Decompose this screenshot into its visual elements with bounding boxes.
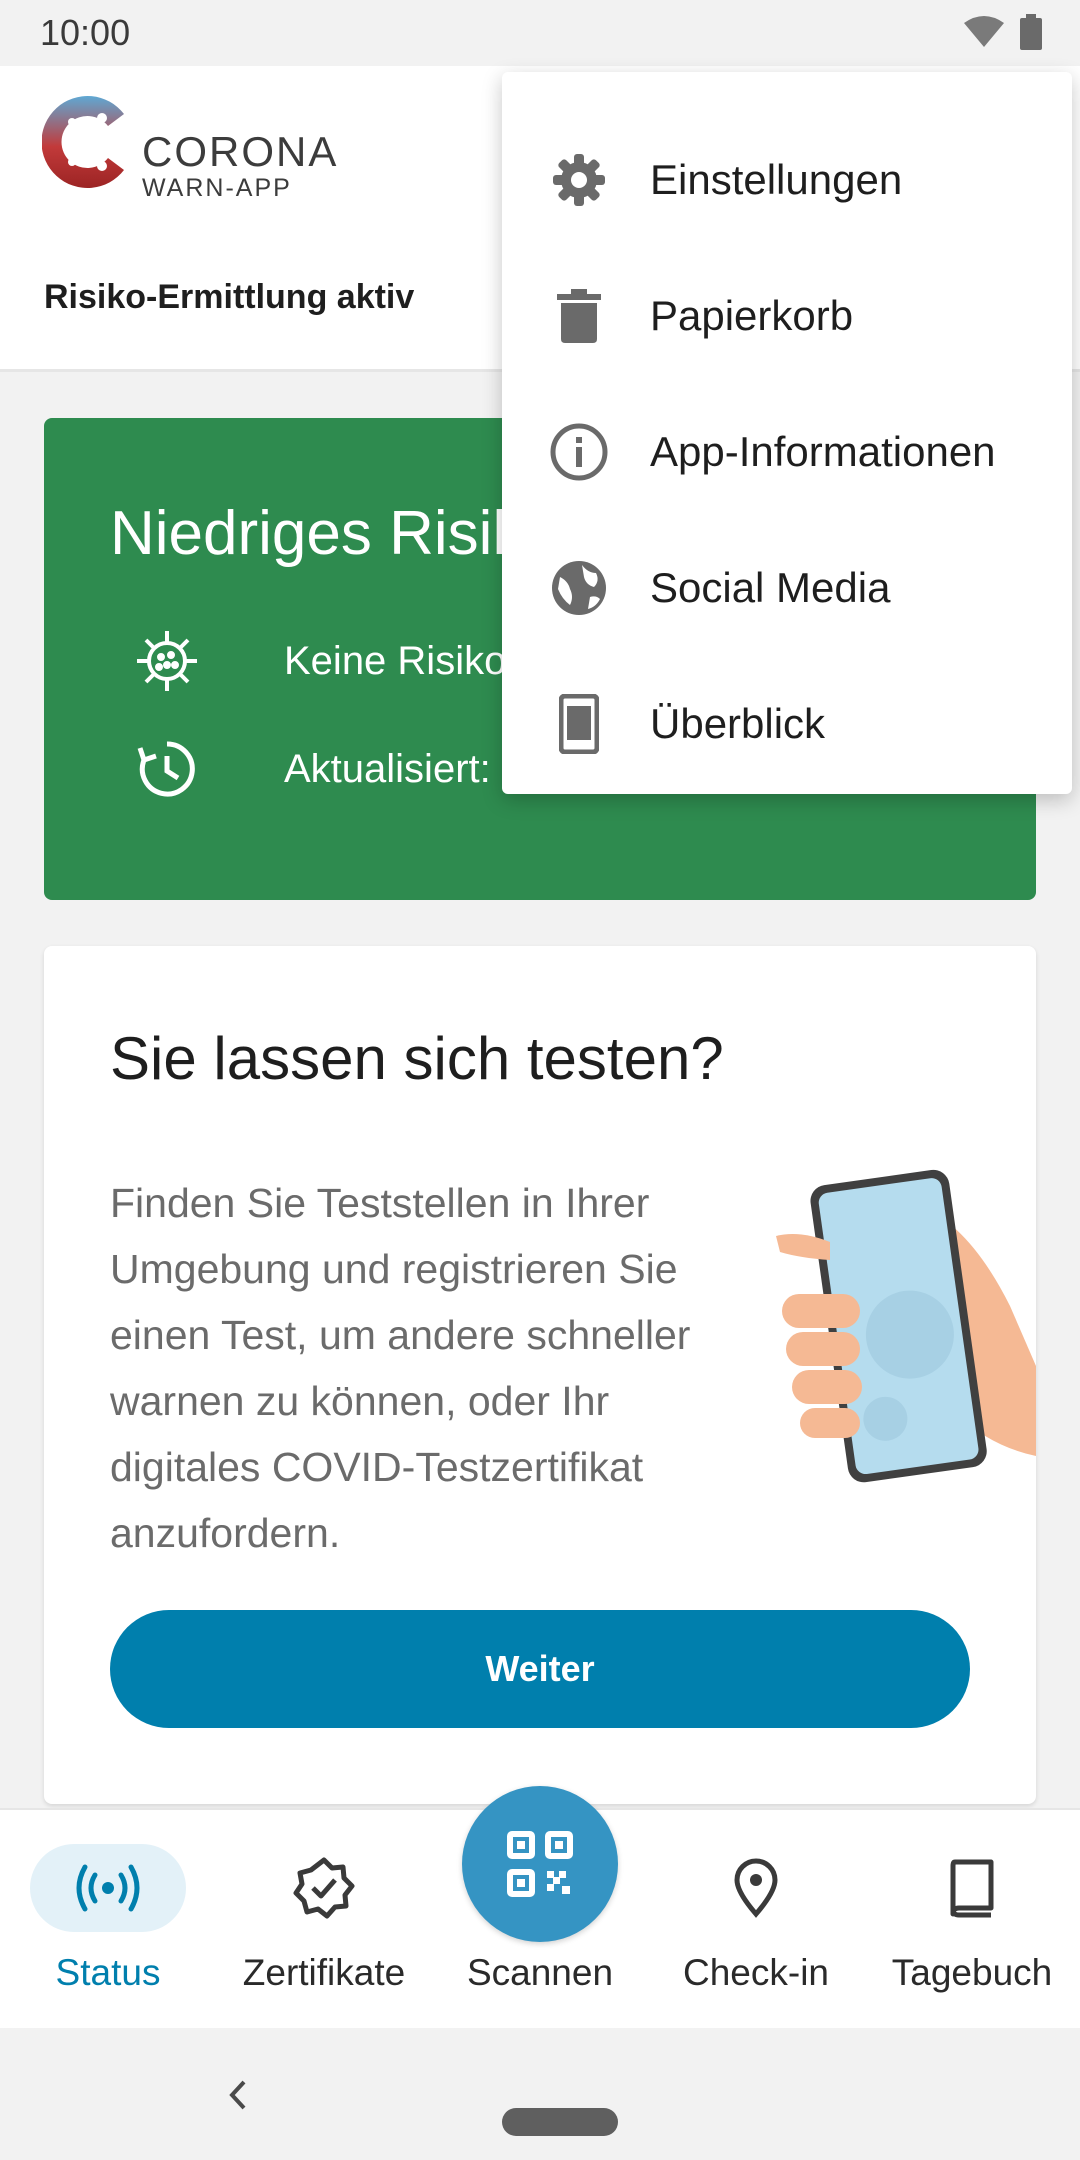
nav-item-status[interactable]: Status <box>0 1810 216 2030</box>
menu-label: App-Informationen <box>650 428 996 475</box>
nav-label: Scannen <box>466 1952 614 1993</box>
location-pin-icon <box>678 1844 834 1932</box>
globe-icon <box>548 557 610 619</box>
logo-subtitle: WARN-APP <box>142 174 292 202</box>
menu-item-social-media[interactable]: Social Media <box>502 520 1072 656</box>
battery-icon <box>1020 14 1042 50</box>
risk-title: Niedriges Risiko <box>110 499 558 568</box>
menu-item-papierkorb[interactable]: Papierkorb <box>502 248 1072 384</box>
scan-button[interactable] <box>462 1786 618 1942</box>
nav-label: Check-in <box>683 1952 829 1993</box>
menu-label: Einstellungen <box>650 156 903 203</box>
menu-item-ueberblick[interactable]: Überblick <box>502 656 1072 792</box>
broadcast-icon <box>30 1844 186 1932</box>
nav-label: Zertifikate <box>242 1952 406 1993</box>
qr-code-icon <box>507 1831 573 1897</box>
overflow-menu: Einstellungen Papierkorb App-Information… <box>502 72 1072 794</box>
nav-item-check-in[interactable]: Check-in <box>648 1810 864 2030</box>
corona-logo-icon <box>42 96 124 188</box>
nav-item-tagebuch[interactable]: Tagebuch <box>864 1810 1080 2030</box>
certificate-badge-icon <box>246 1844 402 1932</box>
trash-icon <box>548 285 610 347</box>
system-navigation-bar <box>0 2028 1080 2160</box>
wifi-icon <box>964 16 1004 47</box>
clock-refresh-icon <box>132 734 202 804</box>
menu-item-app-informationen[interactable]: App-Informationen <box>502 384 1072 520</box>
status-icons <box>962 14 1042 50</box>
phone-icon <box>548 693 610 755</box>
menu-label: Überblick <box>650 700 826 747</box>
test-card-body: Finden Sie Teststellen in Ihrer Umgebung… <box>110 1180 691 1556</box>
app-logo: CORONA WARN-APP <box>42 92 352 202</box>
book-icon <box>894 1844 1050 1932</box>
menu-label: Social Media <box>650 564 891 611</box>
risk-tracing-status: Risiko-Ermittlung aktiv <box>44 278 415 316</box>
phone-hand-illustration <box>776 1169 1036 1483</box>
weiter-button[interactable]: Weiter <box>110 1610 970 1728</box>
status-bar: 10:00 <box>0 0 1080 66</box>
gear-icon <box>548 149 610 211</box>
nav-item-zertifikate[interactable]: Zertifikate <box>216 1810 432 2030</box>
virus-icon <box>132 626 202 696</box>
menu-label: Papierkorb <box>650 292 854 339</box>
home-button[interactable] <box>502 2108 618 2136</box>
menu-item-einstellungen[interactable]: Einstellungen <box>502 112 1072 248</box>
chevron-left-icon <box>229 2080 246 2110</box>
info-icon <box>548 421 610 483</box>
test-card: Sie lassen sich testen? Finden Sie Tests… <box>44 946 1036 1804</box>
status-time: 10:00 <box>40 12 131 53</box>
nav-label: Tagebuch <box>891 1952 1053 1993</box>
back-button[interactable] <box>218 2070 258 2120</box>
nav-label: Status <box>55 1952 161 1993</box>
logo-title: CORONA <box>142 128 339 175</box>
test-card-title: Sie lassen sich testen? <box>110 1025 724 1092</box>
